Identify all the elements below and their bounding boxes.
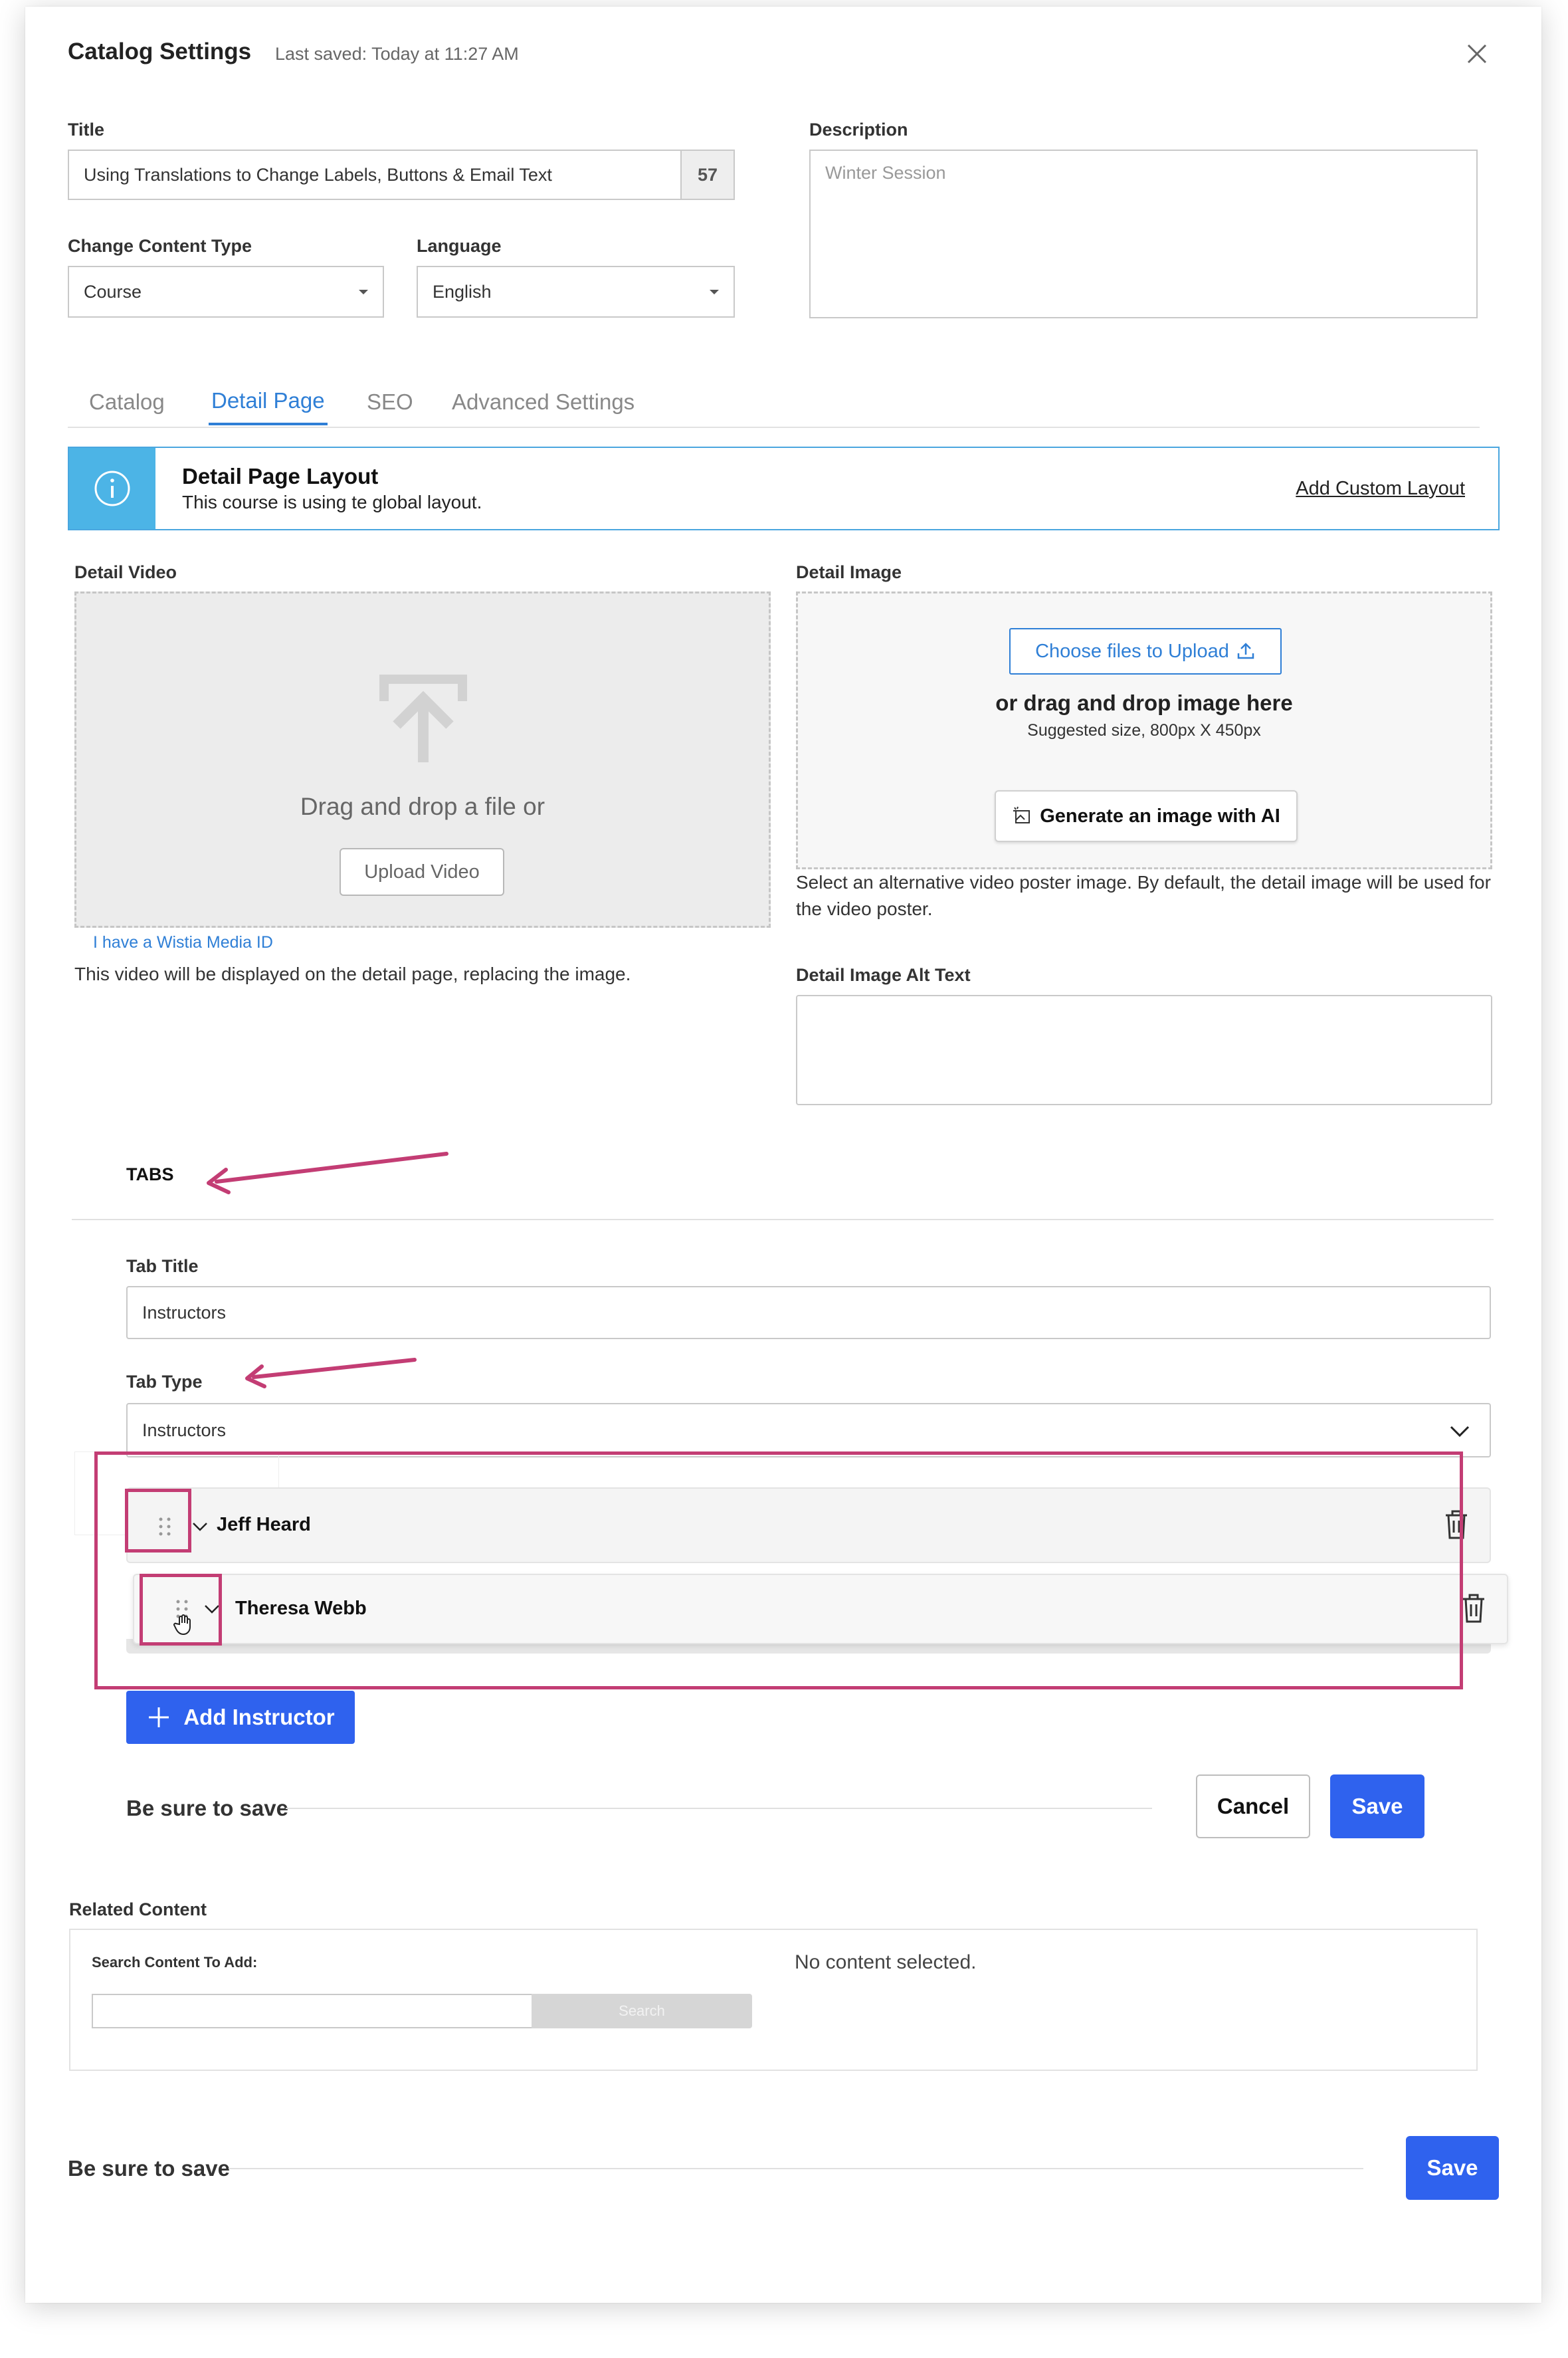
close-icon[interactable] — [1462, 39, 1492, 69]
cancel-button[interactable]: Cancel — [1196, 1774, 1310, 1838]
choose-files-button[interactable]: Choose files to Upload — [1009, 628, 1282, 675]
tab-seo[interactable]: SEO — [367, 379, 413, 425]
ai-image-icon — [1013, 806, 1030, 823]
title-label: Title — [68, 120, 105, 140]
content-type-label: Change Content Type — [68, 236, 252, 256]
tab-title-value: Instructors — [142, 1302, 227, 1323]
image-drag-text: or drag and drop image here — [995, 691, 1293, 715]
banner-title: Detail Page Layout — [182, 464, 379, 488]
video-dropzone[interactable]: Drag and drop a file or Upload Video — [74, 591, 771, 928]
title-char-counter: 57 — [680, 151, 734, 199]
annotation-arrow-2 — [245, 1358, 417, 1388]
tabs-heading: TABS — [126, 1164, 174, 1184]
dialog-title: Catalog Settings — [68, 39, 252, 64]
related-content-panel: Search Content To Add: Search No content… — [69, 1929, 1478, 2071]
wistia-media-id-link[interactable]: I have a Wistia Media ID — [93, 933, 273, 952]
no-content-text: No content selected. — [795, 1951, 977, 1973]
annotation-arrow-1 — [207, 1152, 448, 1194]
add-instructor-label: Add Instructor — [183, 1705, 335, 1729]
choose-files-label: Choose files to Upload — [1035, 640, 1229, 662]
related-content-label: Related Content — [69, 1899, 207, 1919]
detail-page-layout-banner: Detail Page Layout This course is using … — [68, 447, 1500, 530]
tab-type-select[interactable]: Instructors — [126, 1403, 1491, 1457]
video-drop-text: Drag and drop a file or — [300, 793, 545, 820]
tab-catalog[interactable]: Catalog — [89, 379, 165, 425]
caret-down-icon — [710, 290, 719, 294]
banner-subtitle: This course is using te global layout. — [182, 492, 482, 512]
be-sure-to-save-text: Be sure to save — [126, 1796, 288, 1820]
chevron-down-icon — [1450, 1426, 1470, 1438]
footer-save-button[interactable]: Save — [1406, 2136, 1499, 2200]
title-input[interactable]: Using Translations to Change Labels, But… — [68, 150, 735, 200]
footer-be-sure-to-save-text: Be sure to save — [68, 2156, 230, 2181]
content-type-select[interactable]: Course — [68, 266, 384, 318]
title-input-value: Using Translations to Change Labels, But… — [84, 164, 552, 185]
language-select[interactable]: English — [417, 266, 735, 318]
save-divider — [286, 1808, 1152, 1809]
caret-down-icon — [359, 290, 368, 294]
trash-icon — [1463, 1594, 1484, 1623]
generate-ai-image-label: Generate an image with AI — [1040, 805, 1280, 827]
tab-title-label: Tab Title — [126, 1256, 199, 1276]
tabs-divider — [72, 1219, 1494, 1220]
last-saved-text: Last saved: Today at 11:27 AM — [275, 44, 519, 64]
info-icon — [69, 448, 155, 529]
detail-image-label: Detail Image — [796, 562, 902, 582]
image-alt-label: Detail Image Alt Text — [796, 965, 971, 985]
annotation-highlight-handle — [140, 1574, 222, 1646]
tab-detail-page[interactable]: Detail Page — [209, 379, 328, 425]
image-suggested-size: Suggested size, 800px X 450px — [1027, 721, 1261, 740]
related-search-button[interactable]: Search — [532, 1994, 752, 2028]
image-dropzone[interactable]: Choose files to Upload or drag and drop … — [796, 591, 1492, 869]
content-type-value: Course — [84, 281, 142, 302]
image-help-text: Select an alternative video poster image… — [796, 872, 1491, 919]
save-button[interactable]: Save — [1330, 1774, 1424, 1838]
language-value: English — [433, 281, 492, 302]
language-label: Language — [417, 236, 502, 256]
video-help-text: This video will be displayed on the deta… — [74, 964, 631, 984]
upload-icon — [1237, 643, 1254, 659]
description-label: Description — [809, 120, 908, 140]
search-content-label: Search Content To Add: — [92, 1954, 258, 1971]
description-textarea[interactable]: Winter Session — [809, 150, 1478, 318]
tab-title-input[interactable]: Instructors — [126, 1286, 1491, 1339]
generate-ai-image-button[interactable]: Generate an image with AI — [995, 790, 1298, 842]
upload-video-button[interactable]: Upload Video — [340, 848, 504, 896]
plus-icon — [149, 1707, 169, 1727]
tab-type-label: Tab Type — [126, 1372, 203, 1392]
annotation-highlight-handle — [125, 1489, 191, 1553]
image-alt-textarea[interactable] — [796, 995, 1492, 1105]
add-custom-layout-link[interactable]: Add Custom Layout — [1296, 478, 1465, 500]
detail-video-label: Detail Video — [74, 562, 177, 582]
description-placeholder: Winter Session — [825, 163, 946, 183]
tab-advanced-settings[interactable]: Advanced Settings — [452, 379, 635, 425]
footer-divider — [229, 2168, 1363, 2169]
upload-arrow-icon — [377, 672, 470, 768]
settings-tabs: Catalog Detail Page SEO Advanced Setting… — [68, 379, 1480, 428]
add-instructor-button[interactable]: Add Instructor — [126, 1691, 355, 1744]
tab-type-value: Instructors — [142, 1420, 227, 1440]
related-search-input[interactable] — [92, 1994, 533, 2028]
annotation-highlight-list — [94, 1451, 1463, 1689]
